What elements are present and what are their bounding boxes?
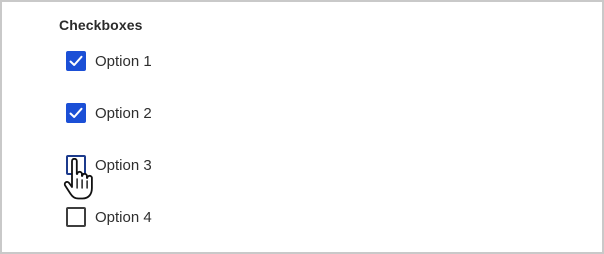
checkbox-group-title: Checkboxes [59,17,143,33]
checkbox-group-panel: Checkboxes Option 1 Option 2 Option 3 Op… [0,0,604,254]
checkbox-unchecked-hovered[interactable] [66,155,86,175]
checkmark-icon [69,55,83,66]
checkbox-label[interactable]: Option 3 [95,157,152,174]
checkbox-option-3[interactable]: Option 3 [66,154,152,176]
checkbox-option-2[interactable]: Option 2 [66,102,152,124]
checkbox-label[interactable]: Option 4 [95,209,152,226]
checkbox-checked[interactable] [66,103,86,123]
checkmark-icon [69,107,83,118]
checkbox-option-1[interactable]: Option 1 [66,50,152,72]
checkbox-option-4[interactable]: Option 4 [66,206,152,228]
checkbox-unchecked[interactable] [66,207,86,227]
checkbox-label[interactable]: Option 2 [95,105,152,122]
checkbox-checked[interactable] [66,51,86,71]
checkbox-label[interactable]: Option 1 [95,53,152,70]
